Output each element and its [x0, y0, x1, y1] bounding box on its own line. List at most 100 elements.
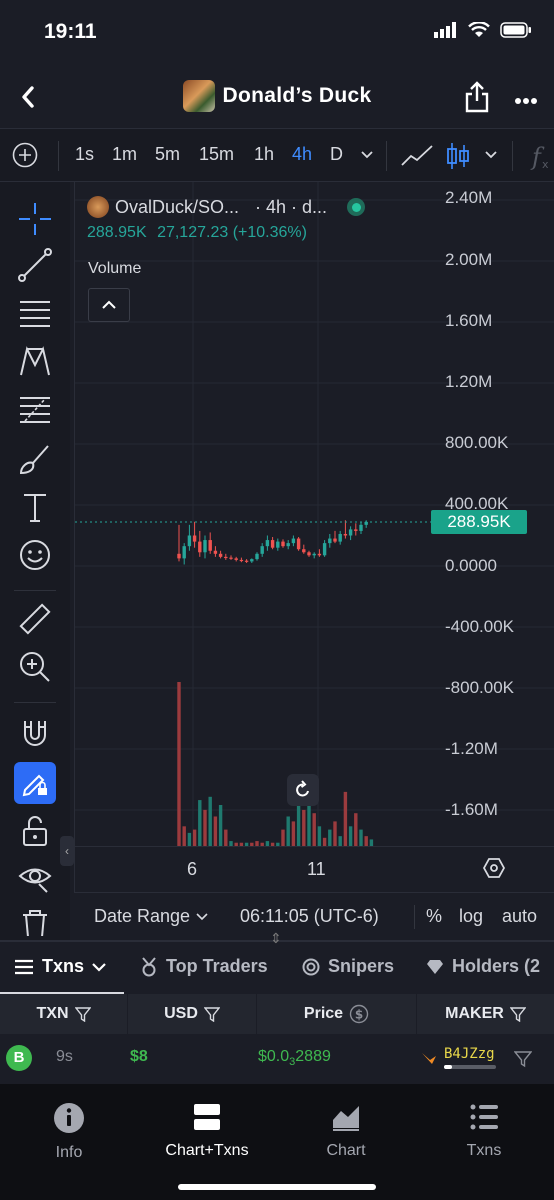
timeframe-15m[interactable]: 15m	[199, 144, 234, 165]
resize-handle-icon[interactable]: ⇕	[270, 930, 282, 947]
magnet-icon	[24, 721, 46, 746]
chart-area[interactable]: OvalDuck/SO... · 4h · d... 288.95K 27,12…	[74, 182, 554, 892]
hide-drawings-tool[interactable]	[14, 856, 56, 898]
indicators-fx-icon[interactable]: fx	[528, 141, 554, 171]
volume-bar	[317, 826, 322, 846]
timezone-button[interactable]: 06:11:05 (UTC-6)	[240, 906, 379, 927]
tab-txns[interactable]: Txns	[14, 956, 106, 977]
tab-top-traders[interactable]: Top Traders	[140, 956, 268, 977]
info-icon	[54, 1103, 84, 1133]
timeframe-d[interactable]: D	[330, 144, 343, 165]
trading-bot-icon	[422, 1053, 436, 1064]
candle-body	[260, 546, 264, 554]
emoji-tool[interactable]	[14, 534, 56, 576]
percent-scale-toggle[interactable]: %	[426, 906, 442, 927]
toolbar-divider	[512, 141, 513, 171]
auto-scale-toggle[interactable]: auto	[502, 906, 537, 927]
table-row[interactable]: B 9s $8 $0.032889 B4JZzg	[0, 1034, 554, 1082]
unlock-tool[interactable]	[14, 810, 56, 852]
volume-bar	[364, 836, 368, 846]
column-header-txn[interactable]: TXN	[0, 994, 128, 1034]
tab-holders[interactable]: Holders (2	[426, 956, 540, 977]
column-header-txn-label: TXN	[36, 1005, 69, 1022]
brush-icon	[19, 445, 49, 475]
live-status-dot	[347, 198, 366, 216]
text-tool[interactable]	[14, 486, 56, 528]
candle-body	[270, 540, 275, 548]
candle-body	[307, 552, 311, 556]
timeframe-1h[interactable]: 1h	[254, 144, 274, 165]
chevron-down-icon	[196, 912, 208, 920]
log-scale-toggle[interactable]: log	[459, 906, 483, 927]
y-axis-label: 2.00M	[445, 250, 493, 269]
txn-price: $0.032889	[258, 1048, 331, 1068]
filter-icon	[203, 1007, 220, 1022]
volume-bar	[198, 800, 202, 846]
measure-tool[interactable]	[14, 598, 56, 640]
txn-age: 9s	[56, 1048, 73, 1065]
svg-text:$: $	[355, 1008, 363, 1022]
column-header-usd[interactable]: USD	[128, 994, 257, 1034]
volume-bar	[281, 829, 285, 846]
volume-bar	[338, 836, 342, 846]
target-icon	[302, 958, 320, 975]
date-range-button[interactable]: Date Range	[94, 906, 208, 927]
candle-body	[328, 538, 332, 544]
candle-body	[333, 538, 337, 542]
magnet-tool[interactable]	[14, 712, 56, 754]
volume-bar	[177, 682, 181, 846]
collapse-tools-button[interactable]: ‹	[60, 836, 74, 866]
reset-chart-button[interactable]	[287, 774, 319, 806]
maker-address[interactable]: B4JZzg	[444, 1046, 495, 1062]
zoom-in-tool[interactable]	[14, 646, 56, 688]
maker-balance-bar	[444, 1065, 496, 1069]
timeframe-5m[interactable]: 5m	[155, 144, 180, 165]
horizontal-lines-tool[interactable]	[14, 292, 56, 334]
collapse-legend-button[interactable]	[88, 288, 130, 322]
medal-icon	[142, 956, 156, 976]
share-button[interactable]	[464, 80, 490, 114]
trend-line-tool[interactable]	[14, 244, 56, 286]
price-prefix: $0.0	[258, 1048, 290, 1065]
legend-interval: · 4h · d...	[255, 196, 328, 217]
volume-bar	[286, 816, 290, 846]
trash-tool[interactable]	[14, 906, 56, 936]
add-indicator-button[interactable]	[12, 142, 38, 173]
more-options-button[interactable]	[514, 92, 538, 104]
crosshair-tool[interactable]	[14, 198, 56, 240]
legend-last-value: 288.95K	[87, 224, 147, 241]
status-icons	[434, 22, 532, 38]
chart-settings-button[interactable]	[482, 857, 506, 884]
line-chart-type-icon[interactable]	[400, 143, 434, 169]
fib-retracement-tool[interactable]	[14, 388, 56, 430]
timeframe-1s[interactable]: 1s	[75, 144, 94, 165]
pattern-tool[interactable]	[14, 340, 56, 382]
tab-snipers[interactable]: Snipers	[302, 956, 394, 977]
trend-line-icon	[18, 248, 52, 282]
lock-drawings-tool[interactable]	[14, 762, 56, 804]
candle-body	[286, 543, 290, 547]
nav-chart[interactable]: Chart	[277, 1102, 415, 1160]
nav-txns[interactable]: Txns	[415, 1102, 553, 1160]
filter-maker-icon[interactable]	[514, 1050, 532, 1068]
column-header-price[interactable]: Price $	[257, 994, 417, 1034]
y-axis-label: 1.60M	[445, 311, 493, 330]
pencil-lock-icon	[22, 774, 47, 797]
timeframe-1m[interactable]: 1m	[112, 144, 137, 165]
timeframe-dropdown-icon[interactable]	[360, 149, 374, 161]
timeframe-4h[interactable]: 4h	[292, 144, 312, 165]
brush-tool[interactable]	[14, 438, 56, 480]
nav-chart-txns[interactable]: Chart+Txns	[138, 1102, 276, 1160]
volume-bar	[333, 821, 337, 846]
candle-body	[255, 553, 259, 560]
volume-bar	[312, 813, 316, 846]
volume-bar	[218, 805, 223, 846]
status-time: 19:11	[44, 20, 97, 43]
candle-body	[276, 541, 280, 548]
candle-body	[244, 560, 249, 562]
bottom-navigation: Info Chart+Txns Chart Txns	[0, 1084, 554, 1200]
column-header-maker[interactable]: MAKER	[417, 994, 554, 1034]
chart-type-dropdown-icon[interactable]	[484, 149, 498, 161]
candlestick-chart-type-icon[interactable]	[446, 141, 470, 171]
nav-info[interactable]: Info	[0, 1102, 138, 1162]
